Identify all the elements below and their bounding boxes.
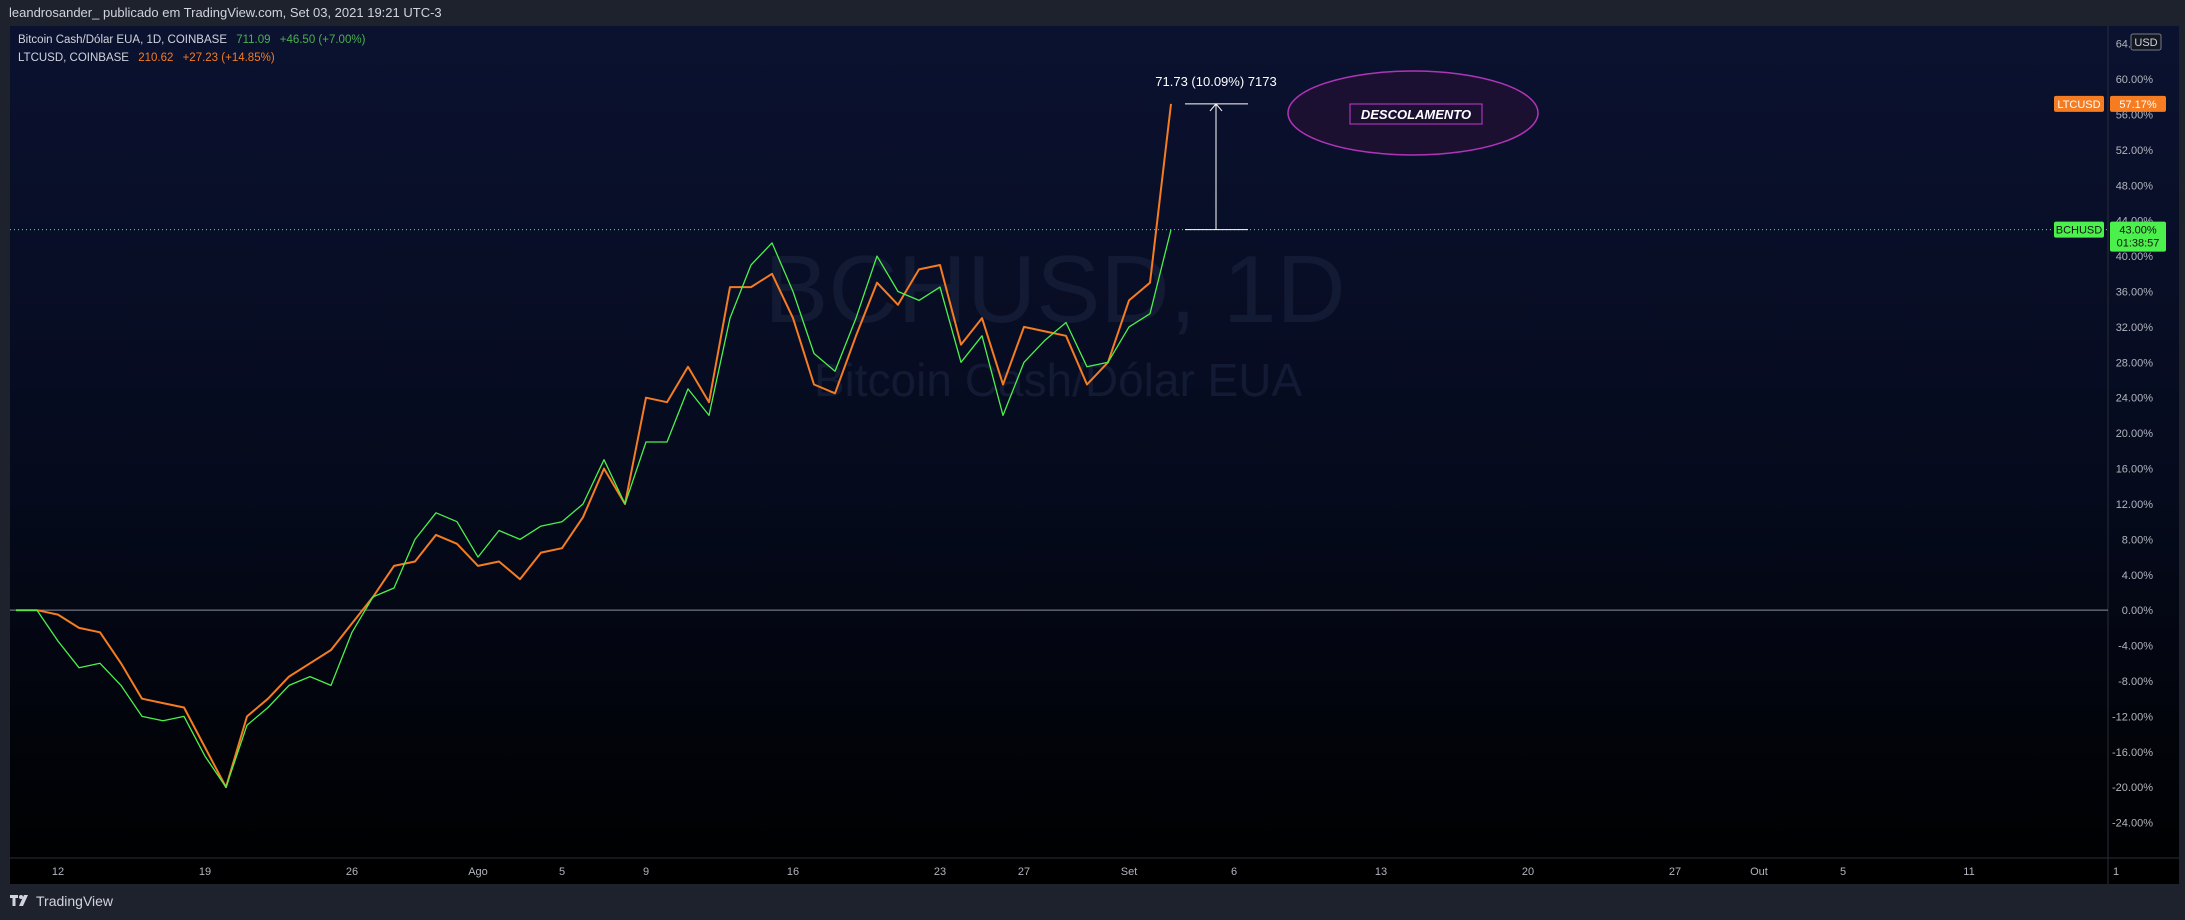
chart-frame[interactable]: BCHUSD, 1D Bitcoin Cash/Dólar EUA 6 4.00%… <box>10 26 2179 884</box>
x-tick-label: 16 <box>787 866 799 878</box>
y-tick-label: 0.00% <box>2122 605 2153 617</box>
x-tick-label: 11 <box>1963 866 1974 878</box>
publish-line: leandrosander_ publicado em TradingView.… <box>9 5 442 20</box>
x-tick-label: 5 <box>559 866 565 878</box>
y-tick-label: 4.00% <box>2122 570 2153 582</box>
y-tick-label: 36.00% <box>2116 287 2154 299</box>
y-tick-label: 40.00% <box>2116 251 2154 263</box>
y-tick-label: 20.00% <box>2116 428 2154 440</box>
legend-row-ltc[interactable]: LTCUSD, COINBASE 210.62 +27.23 (+14.85%) <box>18 52 275 64</box>
x-tick-label: 26 <box>346 866 358 878</box>
y-tick-label: 60.00% <box>2116 74 2154 86</box>
publish-header: leandrosander_ publicado em TradingView.… <box>0 0 2185 26</box>
descolamento-annotation[interactable]: DESCOLAMENTO <box>1287 70 1539 156</box>
watermark-description: Bitcoin Cash/Dólar EUA <box>814 354 1303 406</box>
tradingview-logo-icon <box>10 895 28 906</box>
y-tick-label: -20.00% <box>2112 782 2153 794</box>
currency-badge[interactable]: USD <box>2134 37 2157 49</box>
bch-tag-countdown: 01:38:57 <box>2117 238 2160 250</box>
x-tick-label: 27 <box>1018 866 1030 878</box>
y-tick-label: 48.00% <box>2116 180 2154 192</box>
legend-ltc-name: LTCUSD, COINBASE <box>18 52 129 64</box>
y-tick-label: -16.00% <box>2112 747 2153 759</box>
bch-tag-symbol: BCHUSD <box>2056 225 2103 237</box>
x-tick-label: 6 <box>1231 866 1237 878</box>
annotation-text: DESCOLAMENTO <box>1361 107 1471 122</box>
x-tick-label: 20 <box>1522 866 1534 878</box>
y-tick-label: 12.00% <box>2116 499 2154 511</box>
legend-ltc-change: +27.23 (+14.85%) <box>183 52 275 64</box>
x-tick-label: 9 <box>643 866 649 878</box>
y-tick-label: 52.00% <box>2116 145 2154 157</box>
x-tick-label: Out <box>1750 866 1768 878</box>
y-tick-label: -24.00% <box>2112 818 2153 830</box>
ltc-tag-symbol: LTCUSD <box>2057 99 2100 111</box>
ltc-price-tag[interactable]: LTCUSD 57.17% <box>2054 95 2166 112</box>
watermark-symbol: BCHUSD, 1D <box>764 236 1345 343</box>
y-tick-label: -8.00% <box>2118 676 2153 688</box>
legend-bch-name: Bitcoin Cash/Dólar EUA, 1D, COINBASE <box>18 34 227 46</box>
x-tick-label: 1 <box>2113 866 2119 878</box>
y-tick-label: 16.00% <box>2116 464 2154 476</box>
x-tick-label: 5 <box>1840 866 1846 878</box>
legend-row-bch[interactable]: Bitcoin Cash/Dólar EUA, 1D, COINBASE 711… <box>18 34 366 46</box>
y-tick-label: 32.00% <box>2116 322 2154 334</box>
x-tick-label: 23 <box>934 866 946 878</box>
legend-bch-change: +46.50 (+7.00%) <box>280 34 366 46</box>
tradingview-brand[interactable]: TradingView <box>10 893 113 909</box>
y-tick-label: 8.00% <box>2122 534 2153 546</box>
tradingview-brand-name: TradingView <box>36 893 114 909</box>
y-tick-label: -4.00% <box>2118 641 2153 653</box>
y-tick-label: -12.00% <box>2112 711 2153 723</box>
x-tick-label: 19 <box>199 866 211 878</box>
measure-label: 71.73 (10.09%) 7173 <box>1155 74 1276 89</box>
chart-canvas[interactable]: BCHUSD, 1D Bitcoin Cash/Dólar EUA 6 4.00%… <box>10 26 2179 884</box>
x-tick-label: 13 <box>1375 866 1387 878</box>
x-tick-label: Set <box>1121 866 1138 878</box>
legend-bch-price: 711.09 <box>236 34 270 46</box>
x-tick-label: Ago <box>468 866 488 878</box>
legend-ltc-price: 210.62 <box>138 52 173 64</box>
bch-tag-value: 43.00% <box>2119 225 2157 237</box>
footer-bar: TradingView <box>0 884 2185 920</box>
chart-background <box>10 26 2179 884</box>
y-tick-label: 24.00% <box>2116 393 2154 405</box>
y-tick-label: 28.00% <box>2116 357 2154 369</box>
ltc-tag-value: 57.17% <box>2119 99 2157 111</box>
x-tick-label: 12 <box>52 866 64 878</box>
x-tick-label: 27 <box>1669 866 1681 878</box>
